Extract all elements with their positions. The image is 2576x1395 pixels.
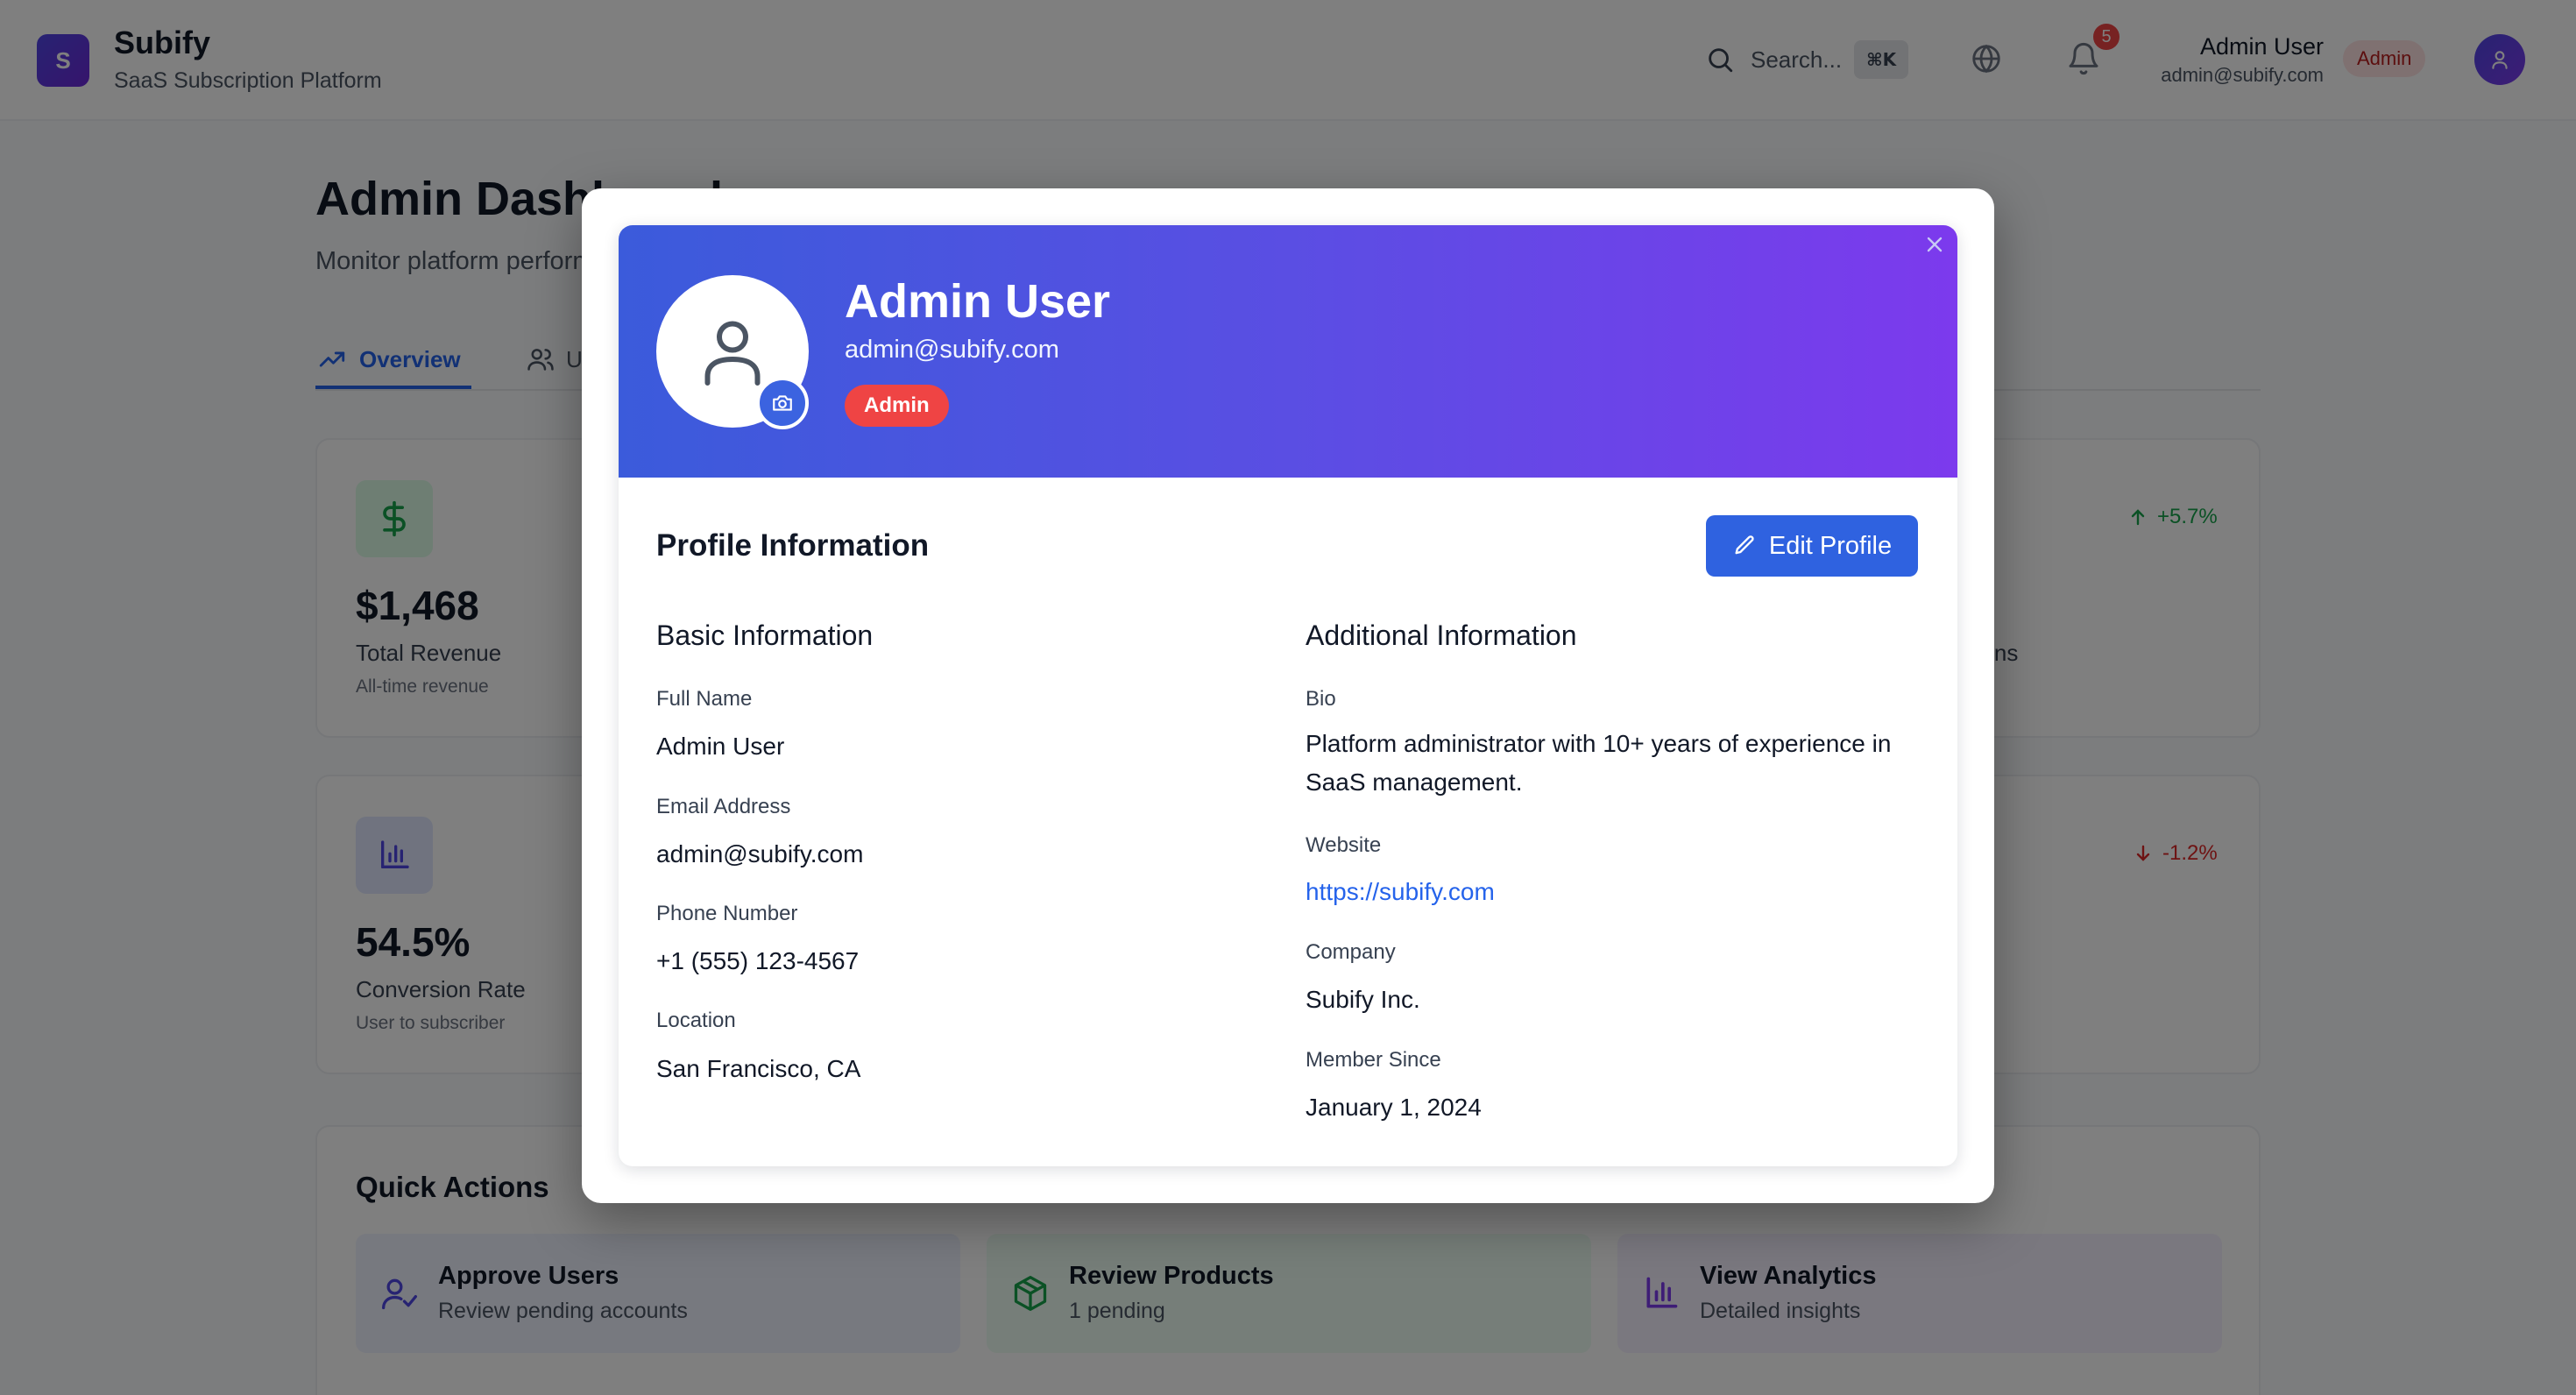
edit-profile-label: Edit Profile bbox=[1768, 531, 1893, 560]
field-label: Email Address bbox=[656, 795, 791, 818]
company-value: Subify Inc. bbox=[1306, 986, 1420, 1013]
email-value: admin@subify.com bbox=[656, 840, 864, 867]
profile-card: Admin User admin@subify.com Admin Profil… bbox=[619, 225, 1957, 1166]
profile-email: admin@subify.com bbox=[845, 336, 1059, 364]
field-label: Location bbox=[656, 1009, 736, 1032]
camera-icon bbox=[771, 392, 794, 414]
member-since-value: January 1, 2024 bbox=[1306, 1094, 1482, 1121]
phone-value: +1 (555) 123-4567 bbox=[656, 947, 860, 974]
edit-profile-button[interactable]: Edit Profile bbox=[1706, 515, 1918, 577]
profile-role-badge: Admin bbox=[845, 385, 949, 427]
full-name-value: Admin User bbox=[656, 733, 785, 760]
profile-banner: Admin User admin@subify.com Admin bbox=[619, 225, 1957, 478]
field-label: Company bbox=[1306, 940, 1396, 964]
change-photo-button[interactable] bbox=[756, 377, 809, 429]
pencil-icon bbox=[1732, 534, 1757, 558]
field-label: Phone Number bbox=[656, 902, 798, 925]
location-value: San Francisco, CA bbox=[656, 1055, 861, 1082]
section-title: Profile Information bbox=[656, 528, 930, 563]
profile-modal: Admin User admin@subify.com Admin Profil… bbox=[582, 188, 1994, 1203]
user-icon bbox=[701, 316, 764, 386]
basic-info-title: Basic Information bbox=[656, 620, 874, 651]
field-label: Bio bbox=[1306, 687, 1336, 711]
profile-name: Admin User bbox=[845, 275, 1111, 328]
field-label: Member Since bbox=[1306, 1048, 1441, 1072]
bio-value: Platform administrator with 10+ years of… bbox=[1306, 730, 1892, 796]
close-icon bbox=[1924, 234, 1945, 255]
close-button[interactable] bbox=[1919, 229, 1950, 260]
field-label: Full Name bbox=[656, 687, 753, 711]
additional-info-title: Additional Information bbox=[1306, 620, 1577, 651]
website-link[interactable]: https://subify.com bbox=[1306, 878, 1495, 906]
field-label: Website bbox=[1306, 833, 1382, 857]
